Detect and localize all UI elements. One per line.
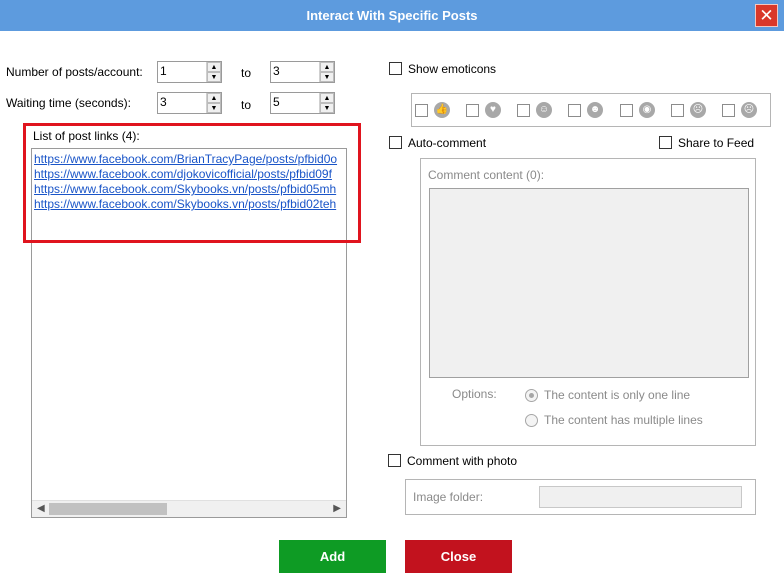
spin-down-icon[interactable]: ▼ [320,103,334,113]
post-link[interactable]: https://www.facebook.com/BrianTracyPage/… [32,152,346,167]
wow-icon: ◉ [639,102,655,118]
angry-icon: ☹ [741,102,757,118]
window-title: Interact With Specific Posts [306,8,478,23]
close-window-button[interactable]: ✕ [755,4,778,27]
comment-panel: Comment content (0): Options: The conten… [420,158,756,446]
emoticon-checkbox[interactable] [671,103,684,117]
wait-to-label: to [241,98,252,112]
post-links-textarea[interactable]: https://www.facebook.com/BrianTracyPage/… [31,148,347,518]
emoticon-checkbox[interactable] [722,103,735,117]
wait-to-stepper[interactable]: 5 ▲ ▼ [270,92,335,114]
spin-down-icon[interactable]: ▼ [207,72,221,82]
share-to-feed-label: Share to Feed [678,136,755,150]
wait-to-value[interactable]: 5 [271,93,319,113]
love-icon: ♥ [485,102,501,118]
spin-up-icon[interactable]: ▲ [320,93,334,103]
post-link[interactable]: https://www.facebook.com/Skybooks.vn/pos… [32,197,346,212]
posts-from-stepper[interactable]: 1 ▲ ▼ [157,61,222,83]
close-button[interactable]: Close [405,540,512,573]
image-folder-input[interactable] [539,486,742,508]
waiting-time-label: Waiting time (seconds): [6,96,131,110]
spin-up-icon[interactable]: ▲ [207,62,221,72]
wait-from-value[interactable]: 3 [158,93,206,113]
option-multi-line-radio[interactable] [525,414,538,427]
scroll-right-icon[interactable]: ▶ [333,503,341,514]
options-label: Options: [452,387,497,401]
scroll-left-icon[interactable]: ◀ [37,503,45,514]
show-emoticons-label: Show emoticons [408,62,497,76]
title-bar: Interact With Specific Posts ✕ [0,0,784,31]
posts-to-value[interactable]: 3 [271,62,319,82]
haha-icon: ☻ [587,102,603,118]
spin-up-icon[interactable]: ▲ [207,93,221,103]
spin-down-icon[interactable]: ▼ [207,103,221,113]
emoticon-checkbox[interactable] [466,103,479,117]
spin-up-icon[interactable]: ▲ [320,62,334,72]
image-folder-panel: Image folder: [405,479,756,515]
posts-to-stepper[interactable]: 3 ▲ ▼ [270,61,335,83]
option-one-line-label: The content is only one line [544,388,691,402]
comment-with-photo-label: Comment with photo [407,454,518,468]
wait-from-stepper[interactable]: 3 ▲ ▼ [157,92,222,114]
emoticon-checkbox[interactable] [517,103,530,117]
post-link[interactable]: https://www.facebook.com/djokovicofficia… [32,167,346,182]
comment-content-label: Comment content (0): [428,168,545,182]
option-multi-line-label: The content has multiple lines [544,413,703,427]
emoticon-checkbox[interactable] [568,103,581,117]
emoticon-checkbox[interactable] [415,103,428,117]
emoticon-checkbox[interactable] [620,103,633,117]
share-to-feed-checkbox[interactable] [659,136,672,149]
image-folder-label: Image folder: [413,490,484,504]
posts-to-label: to [241,66,252,80]
posts-from-value[interactable]: 1 [158,62,206,82]
post-link[interactable]: https://www.facebook.com/Skybooks.vn/pos… [32,182,346,197]
sad-icon: ☹ [690,102,706,118]
comment-with-photo-checkbox[interactable] [388,454,401,467]
care-icon: ☺ [536,102,552,118]
show-emoticons-checkbox[interactable] [389,62,402,75]
comment-content-textarea[interactable] [429,188,749,378]
horizontal-scrollbar[interactable]: ◀ ▶ [32,500,346,517]
option-one-line-radio[interactable] [525,389,538,402]
add-button[interactable]: Add [279,540,386,573]
post-links-label: List of post links (4): [33,129,140,143]
auto-comment-label: Auto-comment [408,136,487,150]
close-icon: ✕ [759,6,774,25]
like-icon: 👍 [434,102,450,118]
auto-comment-checkbox[interactable] [389,136,402,149]
scrollbar-thumb[interactable] [49,503,167,515]
posts-per-account-label: Number of posts/account: [6,65,143,79]
spin-down-icon[interactable]: ▼ [320,72,334,82]
emoticons-panel: 👍 ♥ ☺ ☻ ◉ ☹ ☹ [411,93,771,127]
